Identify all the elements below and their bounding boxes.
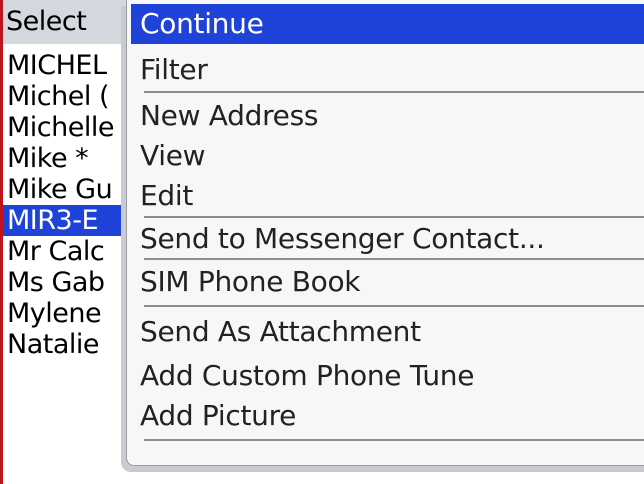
- context-menu: Continue Filter New Address View Edit Se…: [126, 0, 644, 466]
- menu-item-send-to-messenger[interactable]: Send to Messenger Contact...: [131, 219, 644, 259]
- menu-separator: [144, 216, 644, 218]
- menu-item-add-custom-phone-tune[interactable]: Add Custom Phone Tune: [131, 356, 644, 396]
- menu-item-view[interactable]: View: [131, 136, 644, 176]
- menu-separator: [144, 305, 644, 307]
- menu-item-filter[interactable]: Filter: [131, 50, 644, 90]
- menu-item-new-address[interactable]: New Address: [131, 96, 644, 136]
- menu-separator: [144, 258, 644, 260]
- menu-separator: [144, 91, 644, 93]
- menu-item-sim-phone-book[interactable]: SIM Phone Book: [131, 262, 644, 302]
- menu-item-continue[interactable]: Continue: [131, 4, 644, 44]
- menu-item-send-as-attachment[interactable]: Send As Attachment: [131, 312, 644, 352]
- menu-item-edit[interactable]: Edit: [131, 176, 644, 216]
- menu-separator: [144, 439, 644, 441]
- menu-item-add-picture[interactable]: Add Picture: [131, 396, 644, 436]
